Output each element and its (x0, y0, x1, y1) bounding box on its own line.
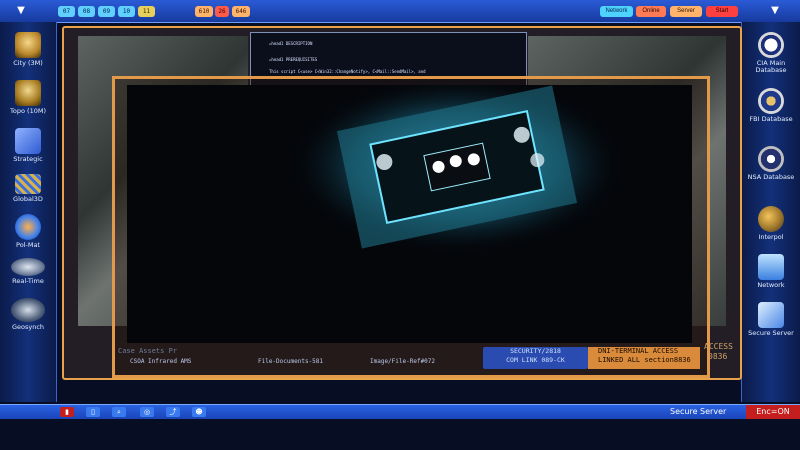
sidebar-item-topo[interactable]: Topo (10M) (0, 80, 56, 115)
share-icon[interactable]: ⤴ (166, 407, 180, 417)
security-panel: SECURITY/2818 COM LINK 089-CK (483, 347, 588, 369)
ghost-label: Case Assets Pr (118, 347, 178, 355)
world-map-icon (15, 214, 41, 240)
counter-pill: 26 (215, 6, 229, 17)
circuit-chip-graphic (287, 85, 627, 255)
sidebar-item-nsa[interactable]: NSA Database (742, 146, 800, 181)
globe-icon[interactable]: ◎ (140, 407, 154, 417)
map-pin-icon (15, 80, 41, 106)
menu-toggle-right[interactable]: ▼ (764, 4, 786, 18)
tab-image-file[interactable]: Image/File-Ref#072 (370, 356, 435, 368)
sidebar-item-fbi[interactable]: FBI Database (742, 88, 800, 123)
code-pill[interactable]: 07 (58, 6, 75, 17)
code-pill[interactable]: 11 (138, 6, 155, 17)
dni-section: LINKED ALL section8836 (598, 356, 691, 364)
dni-panel: DNI-TERMINAL ACCESS LINKED ALL section88… (588, 347, 700, 369)
ghost-access: ACCESS (704, 342, 733, 351)
code-pill[interactable]: 10 (118, 6, 135, 17)
folder-icon (15, 128, 41, 154)
map-pin-icon (15, 32, 41, 58)
sidebar-item-secure-server[interactable]: Secure Server (742, 302, 800, 337)
menu-toggle-left[interactable]: ▼ (10, 4, 32, 18)
sidebar-item-city[interactable]: City (3M) (0, 32, 56, 67)
sidebar-item-realtime[interactable]: Real-Time (0, 258, 56, 285)
network-icon (758, 254, 784, 280)
globe-icon (758, 206, 784, 232)
fbi-seal-icon (758, 88, 784, 114)
nsa-seal-icon (758, 146, 784, 172)
start-button[interactable]: Start (706, 6, 738, 17)
world-map-icon (11, 298, 45, 322)
counter-pill: 610 (195, 6, 213, 17)
secure-server-label: Secure Server (670, 407, 727, 416)
encryption-status[interactable]: Enc=ON (746, 405, 800, 419)
sidebar-item-geosynch[interactable]: Geosynch (0, 298, 56, 331)
comlink-code: COM LINK 089-CK (506, 356, 565, 364)
doc-line: =head1 PREREQUISITES (269, 57, 318, 62)
cia-seal-icon (758, 32, 784, 58)
sidebar-item-cia[interactable]: CIA Main Database (742, 32, 800, 74)
top-bar: ▼ ▼ 07 08 09 10 11 610 26 646 Network On… (0, 0, 800, 23)
doc-line: =head1 DESCRIPTION (269, 41, 313, 46)
counter-pill: 646 (232, 6, 250, 17)
tab-documents[interactable]: File-Documents-581 (258, 356, 323, 368)
video-screen[interactable] (127, 85, 692, 343)
dni-title: DNI-TERMINAL ACCESS (598, 347, 679, 355)
security-code: SECURITY/2818 (510, 347, 561, 355)
ghost-code: 0836 (708, 352, 728, 361)
sidebar-item-strategic[interactable]: Strategic (0, 128, 56, 163)
left-sidebar: City (3M) Topo (10M) Strategic Global3D … (0, 22, 57, 402)
tab-infrared[interactable]: CSOA Infrared AMS (130, 356, 191, 368)
right-sidebar: CIA Main Database FBI Database NSA Datab… (741, 22, 800, 402)
sidebar-item-network[interactable]: Network (742, 254, 800, 289)
network-status[interactable]: Network (600, 6, 633, 17)
user-icon[interactable]: ☻ (192, 407, 206, 417)
code-pill[interactable]: 08 (78, 6, 95, 17)
sidebar-item-interpol[interactable]: Interpol (742, 206, 800, 241)
lock-open-icon[interactable]: ▯ (86, 407, 100, 417)
sidebar-item-global3d[interactable]: Global3D (0, 174, 56, 203)
code-pill[interactable]: 09 (98, 6, 115, 17)
bottom-bar: ▮ ▯ ⌕ ◎ ⤴ ☻ Secure Server Enc=ON (0, 404, 800, 419)
sidebar-item-polmat[interactable]: Pol-Mat (0, 214, 56, 249)
search-icon[interactable]: ⌕ (112, 407, 126, 417)
lock-icon[interactable]: ▮ (60, 407, 74, 417)
online-status[interactable]: Online (636, 6, 666, 17)
server-status[interactable]: Server (670, 6, 702, 17)
server-icon (758, 302, 784, 328)
video-window[interactable] (112, 76, 710, 378)
globe-grid-icon (15, 174, 41, 194)
doc-line: This script C<use> C<Win32::ChangeNotify… (269, 69, 426, 74)
world-map-icon (11, 258, 45, 276)
